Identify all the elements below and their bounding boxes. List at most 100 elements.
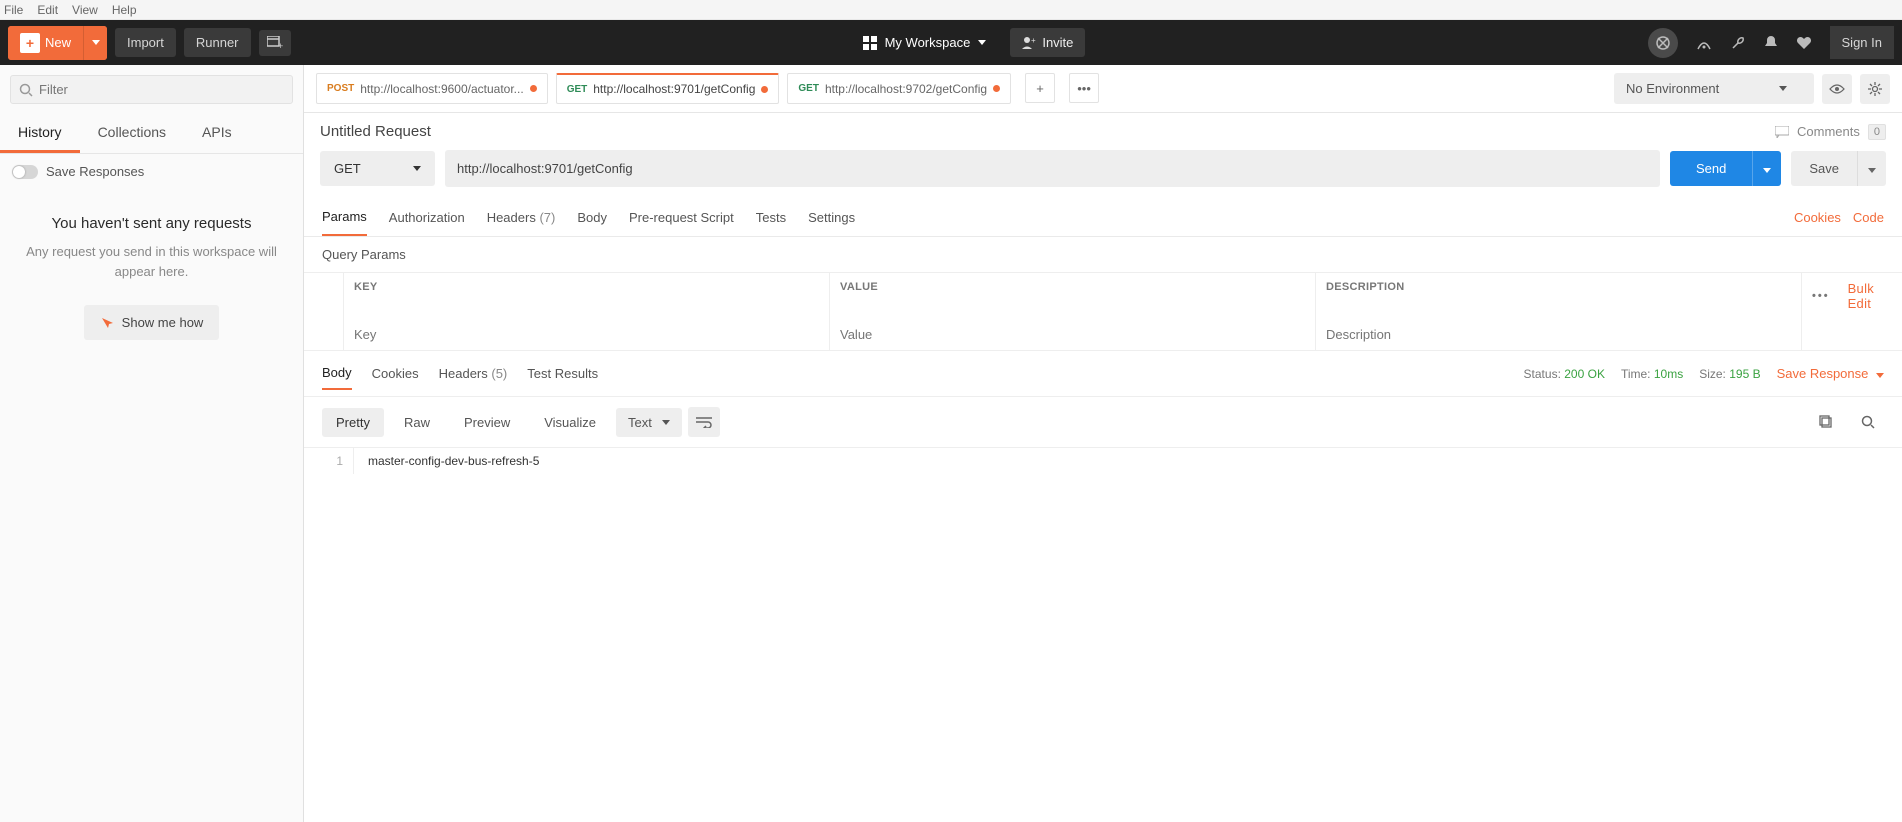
subtab-headers-count: (7)	[539, 210, 555, 225]
save-responses-toggle[interactable]	[12, 165, 38, 179]
request-title-row: Untitled Request Comments 0	[304, 113, 1902, 150]
menu-help[interactable]: Help	[112, 3, 137, 17]
request-tab-2[interactable]: GET http://localhost:9702/getConfig	[787, 73, 1011, 104]
empty-title: You haven't sent any requests	[20, 215, 283, 232]
satellite-icon[interactable]	[1696, 35, 1712, 51]
request-tab-1[interactable]: GET http://localhost:9701/getConfig	[556, 73, 780, 104]
tab-apis[interactable]: APIs	[184, 114, 250, 153]
new-tab-button[interactable]: +	[1025, 73, 1055, 103]
svg-text:+: +	[278, 41, 283, 50]
empty-subtitle: Any request you send in this workspace w…	[20, 242, 283, 281]
workspace-switcher[interactable]: My Workspace	[853, 29, 997, 56]
save-button-caret[interactable]	[1857, 151, 1886, 186]
new-button-group: + New	[8, 26, 107, 60]
new-button[interactable]: + New	[8, 26, 83, 60]
code-link[interactable]: Code	[1853, 210, 1884, 225]
new-window-button[interactable]: +	[259, 30, 291, 56]
env-quicklook-button[interactable]	[1822, 74, 1852, 104]
env-label: No Environment	[1626, 81, 1719, 96]
new-button-caret[interactable]	[83, 26, 107, 60]
bulk-edit-link[interactable]: Bulk Edit	[1848, 281, 1890, 311]
search-response-button[interactable]	[1852, 407, 1884, 437]
resptab-headers[interactable]: Headers (5)	[439, 358, 508, 389]
import-button[interactable]: Import	[115, 28, 176, 57]
response-line-1[interactable]: master-config-dev-bus-refresh-5	[354, 448, 553, 474]
subtab-body[interactable]: Body	[577, 200, 607, 235]
caret-icon	[978, 40, 986, 45]
params-table: KEY VALUE DESCRIPTION ••• Bulk Edit	[304, 273, 1902, 351]
tab-overflow-button[interactable]: •••	[1069, 73, 1099, 103]
param-row-empty	[304, 319, 1902, 350]
more-icon[interactable]: •••	[1812, 290, 1830, 302]
subtab-headers[interactable]: Headers (7)	[487, 200, 556, 235]
query-params-label: Query Params	[304, 237, 1902, 273]
person-plus-icon: +	[1022, 36, 1036, 50]
wrap-lines-button[interactable]	[688, 407, 720, 437]
save-responses-row: Save Responses	[0, 154, 303, 189]
subtab-params[interactable]: Params	[322, 199, 367, 236]
format-select[interactable]: Text	[616, 408, 682, 437]
comments-count: 0	[1868, 124, 1886, 140]
request-tab-0[interactable]: POST http://localhost:9600/actuator...	[316, 73, 548, 104]
send-button-caret[interactable]	[1752, 151, 1781, 186]
menu-file[interactable]: File	[4, 3, 23, 17]
save-response-label: Save Response	[1777, 366, 1869, 381]
signin-button[interactable]: Sign In	[1830, 26, 1894, 59]
subtab-settings[interactable]: Settings	[808, 200, 855, 235]
invite-button[interactable]: + Invite	[1010, 28, 1085, 57]
param-value-input[interactable]	[840, 327, 1305, 342]
col-actions: ••• Bulk Edit	[1802, 273, 1902, 319]
view-visualize[interactable]: Visualize	[530, 408, 610, 437]
request-title[interactable]: Untitled Request	[320, 123, 431, 140]
window-plus-icon: +	[267, 36, 283, 50]
filter-box[interactable]	[10, 75, 293, 104]
resptab-cookies[interactable]: Cookies	[372, 358, 419, 389]
content-area: POST http://localhost:9600/actuator... G…	[304, 65, 1902, 822]
status-value: 200 OK	[1564, 367, 1605, 381]
dirty-dot-icon	[530, 85, 537, 92]
menu-edit[interactable]: Edit	[37, 3, 58, 17]
resptab-tests[interactable]: Test Results	[527, 358, 598, 389]
invite-label: Invite	[1042, 35, 1073, 50]
method-select[interactable]: GET	[320, 151, 435, 186]
gear-icon	[1868, 82, 1882, 96]
capture-icon[interactable]	[1648, 28, 1678, 58]
tab-history[interactable]: History	[0, 114, 80, 153]
url-input[interactable]	[445, 150, 1660, 187]
filter-input[interactable]	[39, 82, 284, 97]
subtab-prerequest[interactable]: Pre-request Script	[629, 200, 734, 235]
save-button[interactable]: Save	[1791, 151, 1857, 186]
param-desc-input[interactable]	[1326, 327, 1791, 342]
sidebar: History Collections APIs Save Responses …	[0, 65, 304, 822]
environment-select[interactable]: No Environment	[1614, 73, 1814, 104]
wrench-icon[interactable]	[1730, 35, 1746, 51]
copy-button[interactable]	[1810, 407, 1842, 437]
tab-collections[interactable]: Collections	[80, 114, 184, 153]
col-key: KEY	[344, 273, 830, 319]
param-key-input[interactable]	[354, 327, 819, 342]
subtab-tests[interactable]: Tests	[756, 200, 786, 235]
menu-view[interactable]: View	[72, 3, 98, 17]
send-button[interactable]: Send	[1670, 151, 1752, 186]
runner-button[interactable]: Runner	[184, 28, 251, 57]
show-me-how-button[interactable]: Show me how	[84, 305, 220, 340]
heart-icon[interactable]	[1796, 36, 1812, 50]
subtab-authorization[interactable]: Authorization	[389, 200, 465, 235]
svg-text:+: +	[1031, 36, 1036, 45]
resptab-body[interactable]: Body	[322, 357, 352, 390]
tab-url: http://localhost:9600/actuator...	[360, 82, 523, 96]
comments-label[interactable]: Comments	[1797, 124, 1860, 139]
view-pretty[interactable]: Pretty	[322, 408, 384, 437]
app-toolbar: + New Import Runner + My Workspace + Inv…	[0, 20, 1902, 65]
resptab-headers-count: (5)	[491, 366, 507, 381]
view-preview[interactable]: Preview	[450, 408, 524, 437]
bell-icon[interactable]	[1764, 35, 1778, 51]
new-button-label: New	[45, 35, 71, 50]
cookies-link[interactable]: Cookies	[1794, 210, 1841, 225]
env-settings-button[interactable]	[1860, 74, 1890, 104]
save-response-button[interactable]: Save Response	[1777, 366, 1884, 381]
response-view-row: Pretty Raw Preview Visualize Text	[304, 397, 1902, 447]
grid-icon	[863, 36, 877, 50]
view-raw[interactable]: Raw	[390, 408, 444, 437]
url-row: GET Send Save	[304, 150, 1902, 199]
